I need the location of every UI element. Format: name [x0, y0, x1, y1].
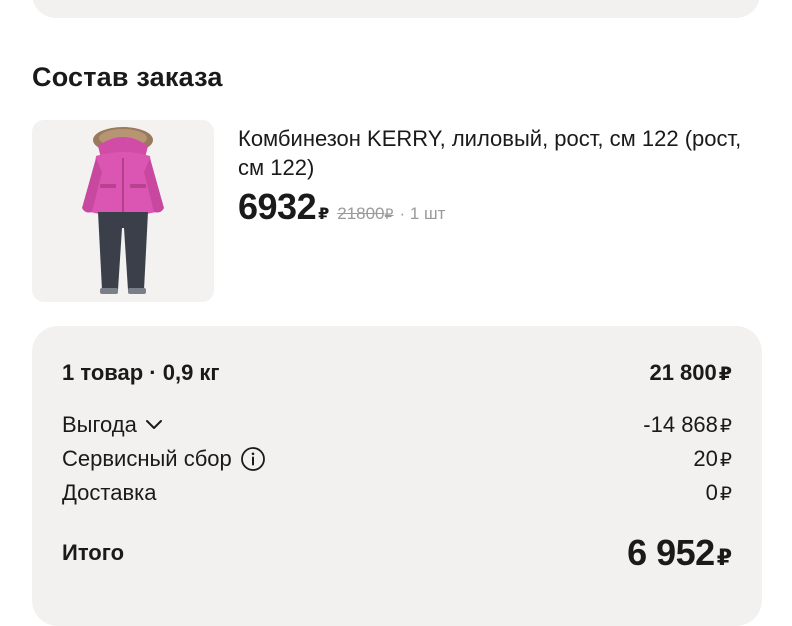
info-icon[interactable] [240, 446, 266, 472]
total-value: 6 952₽ [627, 532, 732, 574]
delivery-amount: 0 [705, 480, 718, 505]
service-label-wrap: Сервисный сбор [62, 446, 266, 472]
discount-label-wrap: Выгода [62, 412, 163, 438]
discount-amount: -14 868 [643, 412, 718, 437]
product-image[interactable] [32, 120, 214, 302]
total-label: Итого [62, 540, 125, 565]
total-amount: 6 952 [627, 532, 715, 573]
discount-value: -14 868 ₽ [643, 412, 732, 438]
summary-total-row: Итого 6 952₽ [62, 532, 732, 574]
old-price: 21800₽ [337, 204, 393, 224]
price-row: 6932 ₽ 21800₽ · 1 шт [238, 186, 445, 228]
current-price: 6932 [238, 186, 317, 227]
delivery-value: 0 ₽ [706, 480, 732, 506]
section-title: Состав заказа [32, 62, 223, 92]
previous-card [32, 0, 760, 18]
summary-discount-row[interactable]: Выгода -14 868 ₽ [62, 412, 732, 438]
old-price-value: 21800 [337, 204, 385, 223]
service-value: 20 ₽ [693, 446, 732, 472]
summary-delivery-row: Доставка 0 ₽ [62, 480, 732, 506]
chevron-down-icon[interactable] [145, 419, 163, 431]
currency-sign: ₽ [318, 206, 330, 223]
delivery-currency: ₽ [719, 484, 732, 505]
total-currency: ₽ [716, 545, 732, 570]
service-currency: ₽ [719, 450, 732, 471]
summary-service-row: Сервисный сбор 20 ₽ [62, 446, 732, 472]
order-summary: 1 товар · 0,9 кг 21 800 ₽ Выгода -14 868 ₽… [32, 326, 762, 626]
kids-snowsuit-image [82, 127, 164, 294]
items-value: 21 800 ₽ [649, 360, 732, 386]
quantity: · 1 шт [399, 204, 446, 223]
delivery-label: Доставка [62, 480, 157, 505]
service-amount: 20 [693, 446, 718, 471]
old-price-currency: ₽ [384, 206, 394, 222]
product-name[interactable]: Комбинезон KERRY, лиловый, рост, см 122 … [238, 124, 758, 182]
discount-currency: ₽ [719, 416, 732, 437]
service-label: Сервисный сбор [62, 446, 232, 471]
summary-items-row: 1 товар · 0,9 кг 21 800 ₽ [62, 360, 732, 386]
items-label: 1 товар · 0,9 кг [62, 360, 220, 385]
items-currency: ₽ [718, 364, 732, 385]
items-amount: 21 800 [649, 360, 717, 385]
discount-label: Выгода [62, 412, 137, 437]
